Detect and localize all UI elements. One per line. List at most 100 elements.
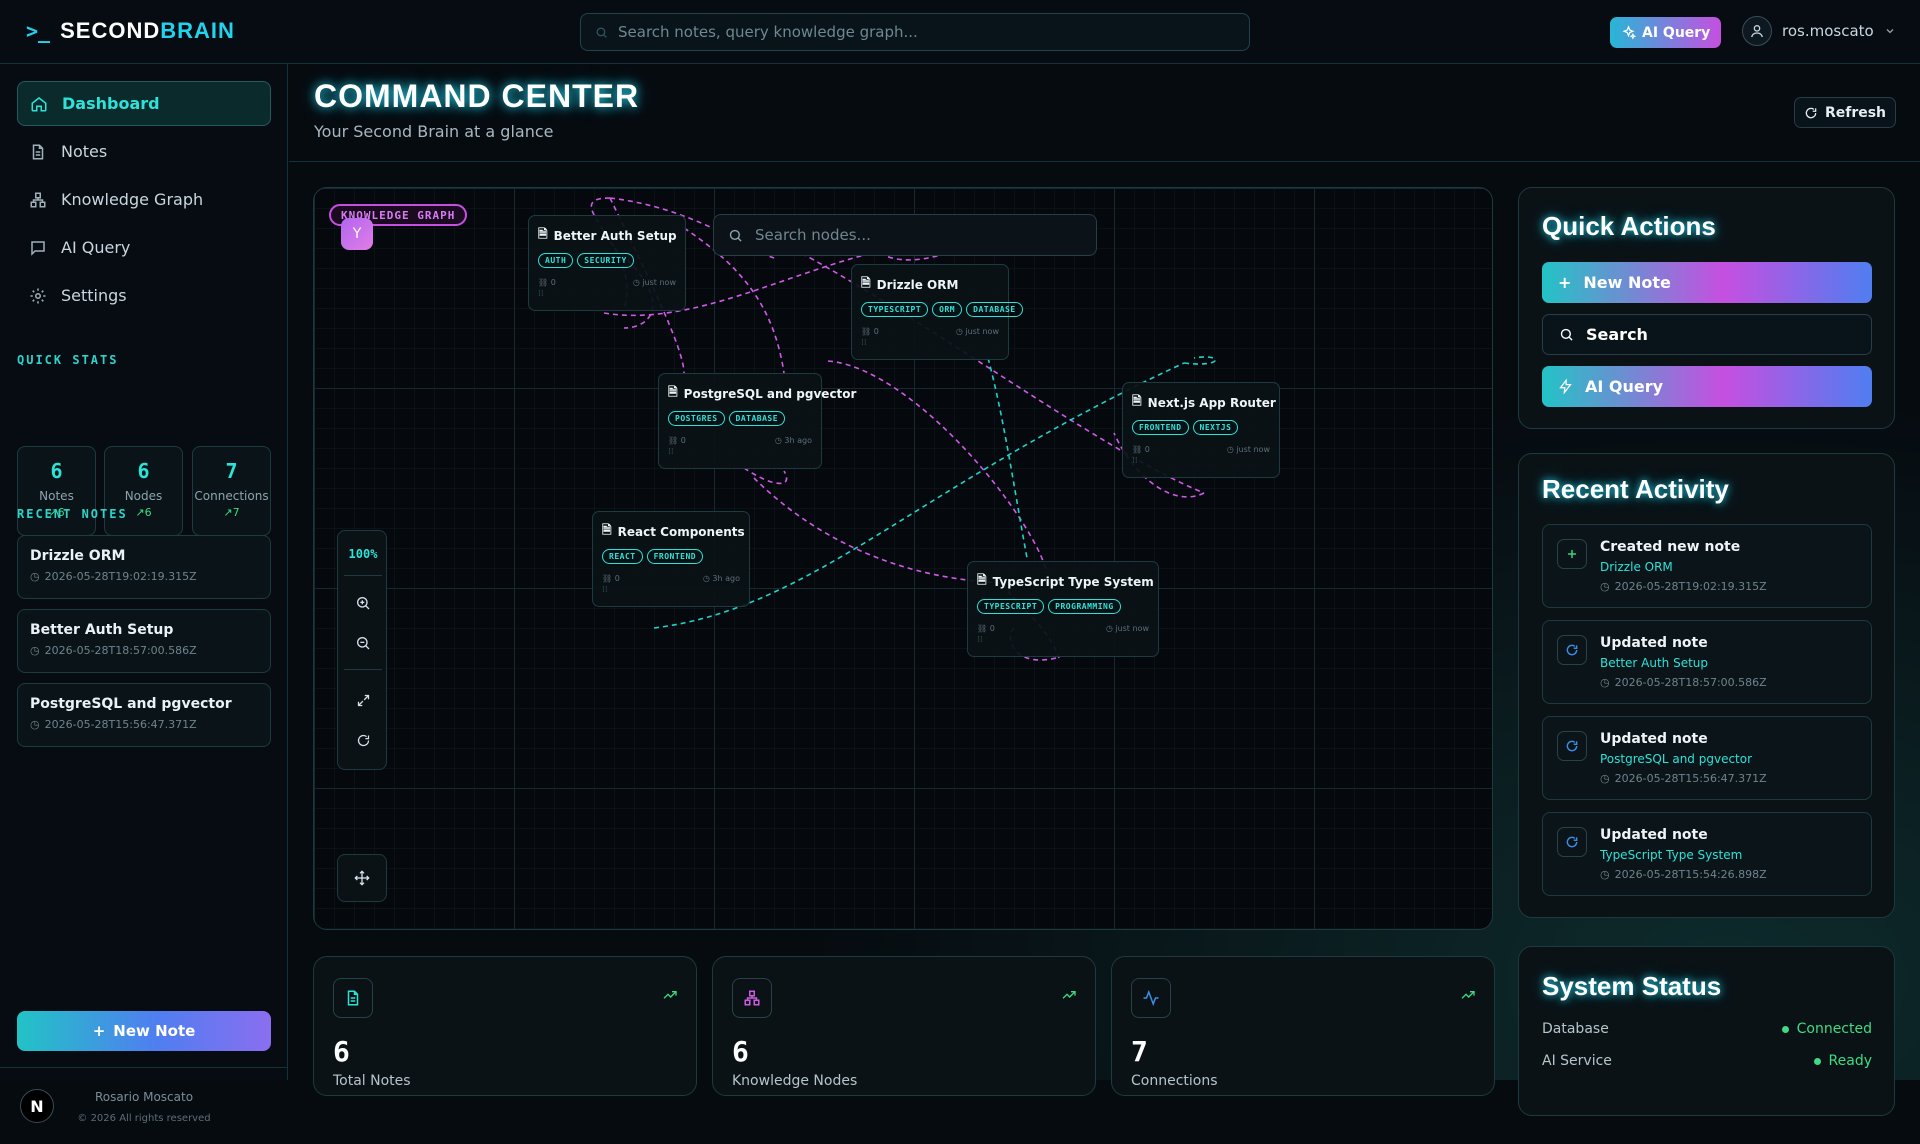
brand-name: SECONDBRAIN	[60, 18, 235, 43]
drag-handle-icon[interactable]: ⁞⁞	[602, 585, 740, 595]
recent-notes-heading: RECENT NOTES	[17, 507, 128, 521]
graph-edge	[987, 357, 1028, 559]
node-tag: PROGRAMMING	[1048, 599, 1121, 614]
quick-new-note-button[interactable]: + New Note	[1542, 262, 1872, 303]
status-dot	[1813, 1057, 1821, 1065]
graph-node[interactable]: 🗎 Drizzle ORM TYPESCRIPT ORM DATABASE ⛓ 0 ◷ …	[851, 264, 1023, 360]
system-status-card: System Status Database Connected AI Serv…	[1518, 946, 1895, 1116]
node-tags: FRONTEND NEXTJS	[1132, 420, 1270, 435]
recent-note-item[interactable]: Better Auth Setup ◷ 2026-05-28T18:57:00.5…	[17, 609, 271, 673]
stat-label: Knowledge Nodes	[732, 1073, 858, 1089]
stat-value: 6	[50, 459, 63, 483]
drag-handle-icon[interactable]: ⁞⁞	[538, 289, 676, 299]
sidebar-item-knowledge-graph[interactable]: Knowledge Graph	[17, 177, 271, 222]
global-search[interactable]	[580, 13, 1250, 51]
sidebar-item-notes[interactable]: Notes	[17, 129, 271, 174]
clock-icon: ◷	[1600, 868, 1610, 881]
sidebar-item-label: AI Query	[61, 238, 131, 257]
drag-handle-icon[interactable]: ⁞⁞	[668, 447, 812, 457]
graph-node[interactable]: 🗎 React Components REACT FRONTEND ⛓ 0 ◷ 3h …	[592, 511, 750, 607]
page-subtitle: Your Second Brain at a glance	[314, 122, 554, 141]
graph-edge	[743, 467, 788, 485]
refresh-button[interactable]: Refresh	[1794, 97, 1896, 128]
recent-note-date: ◷ 2026-05-28T15:56:47.371Z	[30, 718, 197, 731]
zoom-out-button[interactable]	[351, 631, 375, 655]
node-tag: DATABASE	[728, 411, 786, 426]
refresh-icon	[1557, 731, 1587, 761]
sidebar-item-settings[interactable]: Settings	[17, 273, 271, 318]
chevron-down-icon	[1886, 29, 1894, 34]
graph-node[interactable]: 🗎 Better Auth Setup AUTH SECURITY ⛓ 0 ◷ jus…	[528, 215, 686, 311]
total-notes-card[interactable]: 6 Total Notes	[313, 956, 697, 1096]
node-links: ⛓ 0	[538, 278, 556, 287]
refresh-icon	[1805, 107, 1817, 118]
drag-handle-icon[interactable]: ⁞⁞	[1132, 456, 1270, 466]
recent-note-item[interactable]: Drizzle ORM ◷ 2026-05-28T19:02:19.315Z	[17, 535, 271, 599]
user-icon	[1751, 25, 1763, 38]
home-icon	[31, 96, 47, 111]
fit-view-button[interactable]	[351, 688, 375, 712]
zoom-out-icon	[357, 637, 370, 650]
quick-search-button[interactable]: Search	[1542, 314, 1872, 355]
system-status-title: System Status	[1542, 971, 1722, 1001]
node-meta: ⛓ 0 ◷ 3h ago	[602, 574, 740, 583]
graph-node[interactable]: 🗎 Next.js App Router FRONTEND NEXTJS ⛓ 0 ◷ …	[1122, 382, 1280, 478]
recent-activity-title: Recent Activity	[1542, 474, 1729, 504]
top-bar: >_ SECONDBRAIN AI Query ros.moscato	[0, 0, 1920, 64]
graph-node[interactable]: 🗎 TypeScript Type System TYPESCRIPT PROGRA…	[967, 561, 1159, 657]
node-tag: FRONTEND	[646, 549, 704, 564]
global-search-input[interactable]	[618, 23, 1218, 41]
plus-icon: +	[1558, 273, 1572, 292]
trend-up-icon: ↗	[223, 506, 233, 519]
node-meta: ⛓ 0 ◷ just now	[538, 278, 676, 287]
drag-handle-icon[interactable]: ⁞⁞	[861, 338, 999, 348]
recent-note-item[interactable]: PostgreSQL and pgvector ◷ 2026-05-28T15:5…	[17, 683, 271, 747]
node-search[interactable]	[713, 214, 1097, 256]
graph-node[interactable]: 🗎 PostgreSQL and pgvector POSTGRES DATABAS…	[658, 373, 856, 469]
node-title: 🗎 PostgreSQL and pgvector	[668, 383, 856, 404]
activity-item[interactable]: Created new note Drizzle ORM ◷ 2026-05-28…	[1542, 524, 1872, 608]
sidebar-item-ai-query[interactable]: AI Query	[17, 225, 271, 270]
app-logo[interactable]: >_ SECONDBRAIN	[26, 18, 235, 44]
quick-ai-query-button[interactable]: AI Query	[1542, 366, 1872, 407]
chat-icon	[31, 240, 45, 256]
node-tags: POSTGRES DATABASE	[668, 411, 812, 426]
node-tag: TYPESCRIPT	[861, 302, 929, 317]
knowledge-nodes-card[interactable]: 6 Knowledge Nodes	[712, 956, 1096, 1096]
file-icon: 🗎	[668, 385, 678, 399]
stat-label: Nodes	[124, 489, 163, 503]
refresh-label: Refresh	[1824, 104, 1887, 121]
node-links: ⛓ 0	[602, 574, 620, 583]
stat-trend: ↗7	[223, 506, 240, 519]
file-icon: 🗎	[977, 573, 987, 587]
knowledge-graph-canvas[interactable]: KNOWLEDGE GRAPH Y 🗎Better Auth Setup AUT…	[313, 187, 1493, 930]
plus-icon: +	[92, 1022, 106, 1040]
pan-button[interactable]	[337, 854, 387, 902]
file-icon: 🗎	[1132, 394, 1142, 408]
ai-query-button[interactable]: AI Query	[1610, 17, 1722, 48]
reset-icon	[357, 734, 369, 746]
file-icon: 🗎	[602, 523, 612, 537]
reset-view-button[interactable]	[351, 728, 375, 752]
zoom-in-button[interactable]	[351, 591, 375, 615]
file-icon: 🗎	[861, 276, 871, 290]
activity-item[interactable]: Updated note PostgreSQL and pgvector ◷ 20…	[1542, 716, 1872, 800]
sidebar-new-note-button[interactable]: + New Note	[17, 1011, 271, 1051]
activity-item[interactable]: Updated note TypeScript Type System ◷ 202…	[1542, 812, 1872, 896]
connections-card[interactable]: 7 Connections	[1111, 956, 1495, 1096]
sidebar-item-dashboard[interactable]: Dashboard	[17, 81, 271, 126]
node-search-input[interactable]	[755, 226, 1075, 244]
activity-item[interactable]: Updated note Better Auth Setup ◷ 2026-05-…	[1542, 620, 1872, 704]
footer-copyright: © 2026 All rights reserved	[77, 1113, 211, 1124]
drag-handle-icon[interactable]: ⁞⁞	[977, 635, 1149, 645]
filter-icon[interactable]: Y	[341, 218, 373, 250]
node-time: ◷ just now	[632, 278, 676, 287]
clock-icon: ◷	[1600, 676, 1610, 689]
node-time: ◷ just now	[955, 327, 999, 336]
activity-date: ◷ 2026-05-28T19:02:19.315Z	[1600, 580, 1767, 593]
ai-query-label: AI Query	[1585, 377, 1664, 396]
gear-icon	[30, 288, 46, 303]
clock-icon: ◷	[30, 570, 40, 583]
user-menu[interactable]: ros.moscato	[1742, 16, 1896, 46]
stat-connections: 7 Connections ↗7	[192, 446, 271, 536]
